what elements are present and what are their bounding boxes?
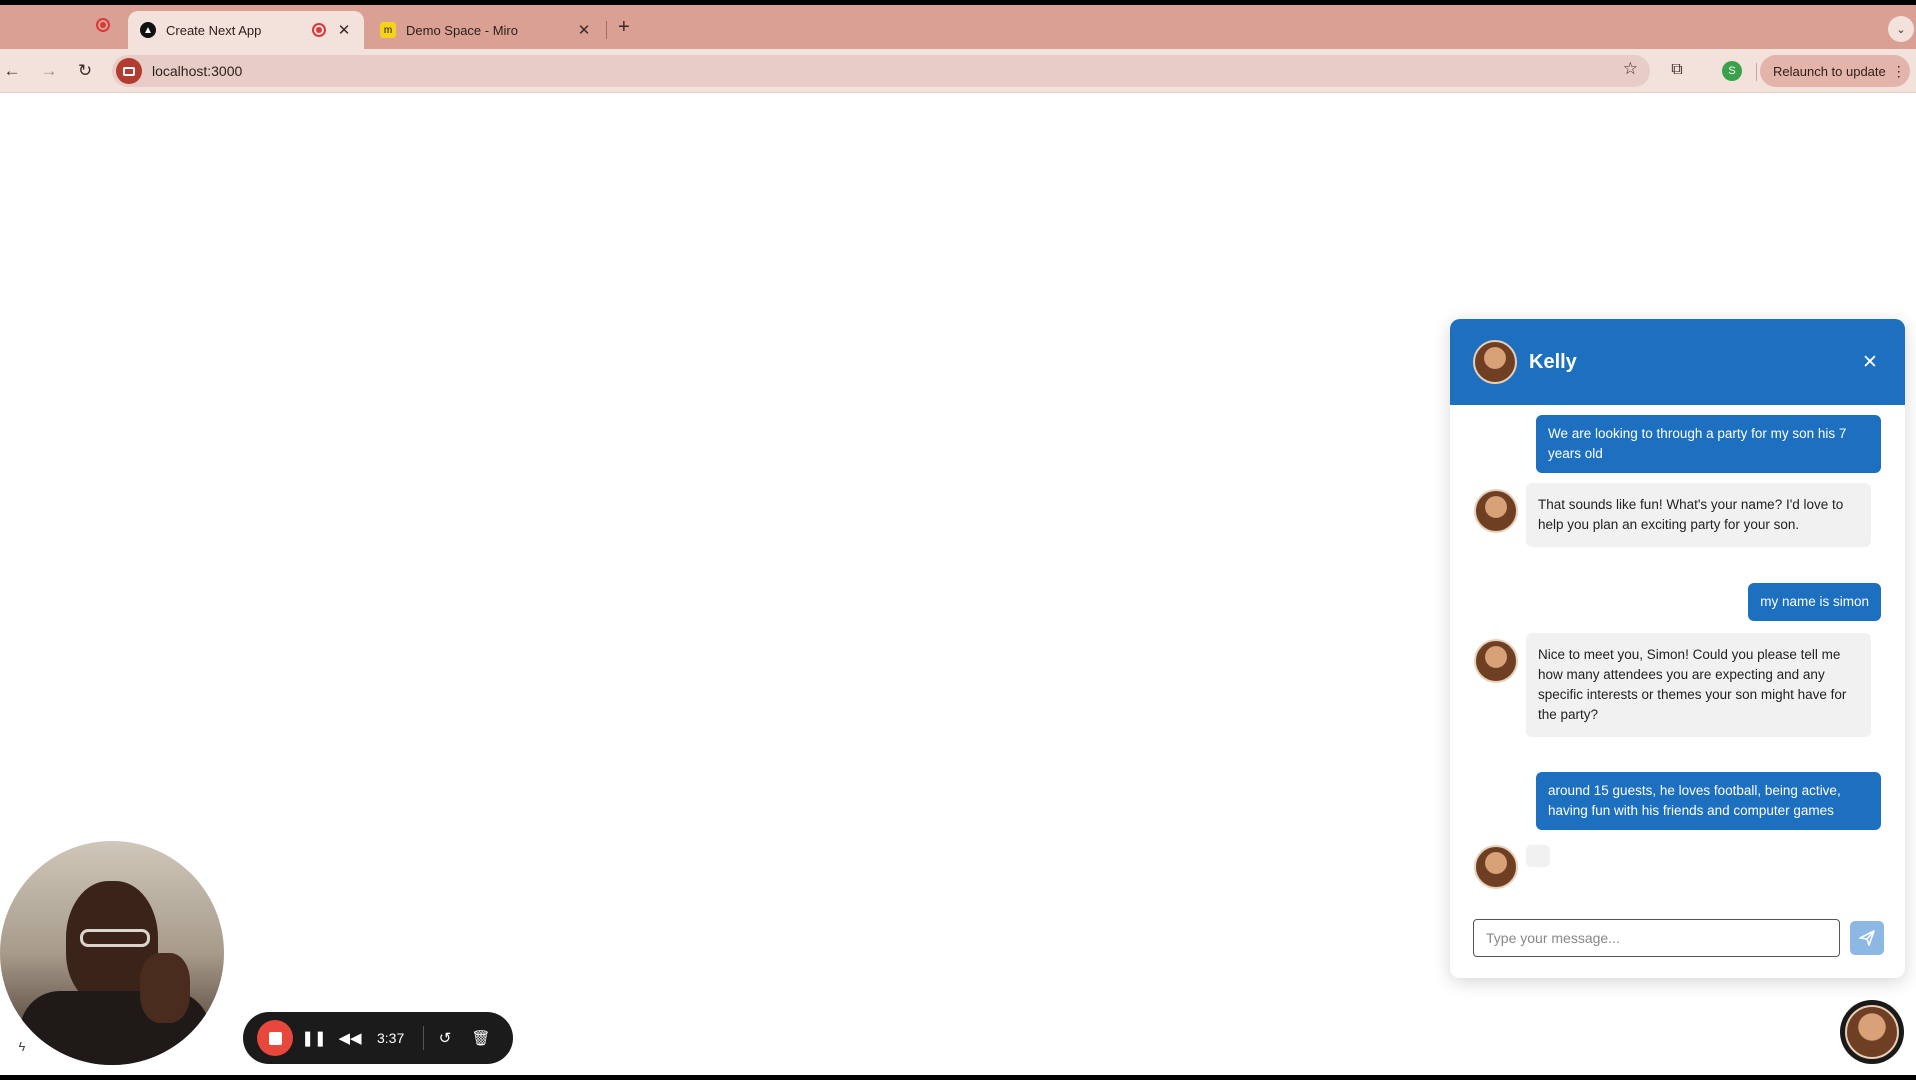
tab-title: Create Next App — [166, 22, 262, 38]
tab-divider — [606, 21, 607, 39]
agent-avatar — [1474, 845, 1518, 889]
agent-avatar — [1845, 1005, 1899, 1059]
reload-icon[interactable]: ↻ — [73, 59, 97, 83]
address-bar[interactable]: localhost:3000 ☆ — [112, 55, 1650, 87]
typing-indicator — [1526, 845, 1550, 867]
recording-timer: 3:37 — [377, 1030, 405, 1046]
extensions-puzzle-icon[interactable]: ⧉ — [1667, 60, 1687, 80]
recording-controls: ❚❚ ◀◀ 3:37 ↺ 🗑 — [243, 1012, 513, 1064]
bot-message: That sounds like fun! What's your name? … — [1526, 483, 1871, 547]
bot-message-row: That sounds like fun! What's your name? … — [1474, 483, 1871, 547]
agent-name: Kelly — [1529, 350, 1577, 373]
close-chat-icon[interactable]: ✕ — [1858, 351, 1882, 374]
chat-input-row — [1473, 919, 1885, 959]
message-input[interactable] — [1473, 919, 1840, 957]
rewind-icon[interactable]: ◀◀ — [335, 1029, 365, 1047]
close-tab-icon[interactable]: ✕ — [336, 21, 352, 39]
relaunch-label: Relaunch to update — [1773, 63, 1886, 79]
send-button[interactable] — [1850, 921, 1884, 955]
back-arrow-icon[interactable]: ← — [0, 59, 24, 83]
new-tab-button[interactable]: + — [618, 17, 630, 37]
bot-message: Nice to meet you, Simon! Could you pleas… — [1526, 633, 1871, 737]
tab-demo-space-miro[interactable]: m Demo Space - Miro ✕ — [368, 11, 604, 49]
trash-icon[interactable]: 🗑 — [466, 1029, 496, 1047]
tab-search-chevron-icon[interactable]: ⌄ — [1888, 16, 1914, 42]
restart-icon[interactable]: ↺ — [430, 1029, 460, 1047]
controls-divider — [423, 1026, 424, 1050]
user-message: my name is simon — [1748, 583, 1881, 621]
bot-message-row: Nice to meet you, Simon! Could you pleas… — [1474, 633, 1871, 737]
miro-icon: m — [380, 22, 396, 38]
pause-icon[interactable]: ❚❚ — [299, 1029, 329, 1047]
more-options-icon: ⋮ — [1891, 62, 1906, 79]
toolbar-divider — [1756, 63, 1757, 81]
screen-recording-site-icon[interactable] — [116, 58, 142, 84]
user-message: We are looking to through a party for my… — [1536, 415, 1881, 473]
browser-toolbar: ← → ↻ localhost:3000 ☆ ⧉ S Relaunch to u… — [0, 49, 1916, 93]
chat-launcher-button[interactable] — [1840, 1000, 1904, 1064]
agent-avatar — [1474, 489, 1518, 533]
bookmark-star-icon[interactable]: ☆ — [1623, 59, 1638, 79]
stop-recording-button[interactable] — [257, 1020, 293, 1056]
bot-typing-row — [1474, 839, 1550, 889]
nextjs-icon: ▲ — [140, 22, 156, 38]
tab-strip: ▲ Create Next App ✕ m Demo Space - Miro … — [0, 5, 1916, 49]
relaunch-button[interactable]: Relaunch to update ⋮ — [1760, 55, 1910, 87]
user-message: around 15 guests, he loves football, bei… — [1536, 772, 1881, 830]
agent-avatar — [1474, 639, 1518, 683]
forward-arrow-icon[interactable]: → — [37, 59, 61, 83]
tab-recording-icon — [312, 23, 326, 37]
screen: ▲ Create Next App ✕ m Demo Space - Miro … — [0, 5, 1916, 1075]
tab-create-next-app[interactable]: ▲ Create Next App ✕ — [128, 11, 364, 49]
chat-header: Kelly ✕ — [1450, 319, 1905, 405]
webcam-bubble[interactable] — [0, 841, 224, 1065]
profile-avatar[interactable]: S — [1722, 61, 1742, 81]
agent-avatar — [1473, 340, 1517, 384]
message-list: We are looking to through a party for my… — [1450, 405, 1905, 905]
tab-title: Demo Space - Miro — [406, 22, 518, 38]
chat-widget: Kelly ✕ We are looking to through a part… — [1450, 319, 1905, 978]
close-tab-icon[interactable]: ✕ — [576, 21, 592, 39]
send-icon — [1859, 930, 1875, 946]
url-text: localhost:3000 — [152, 63, 243, 79]
recording-indicator-icon — [96, 18, 110, 32]
lightning-icon[interactable]: ϟ — [10, 1035, 34, 1059]
